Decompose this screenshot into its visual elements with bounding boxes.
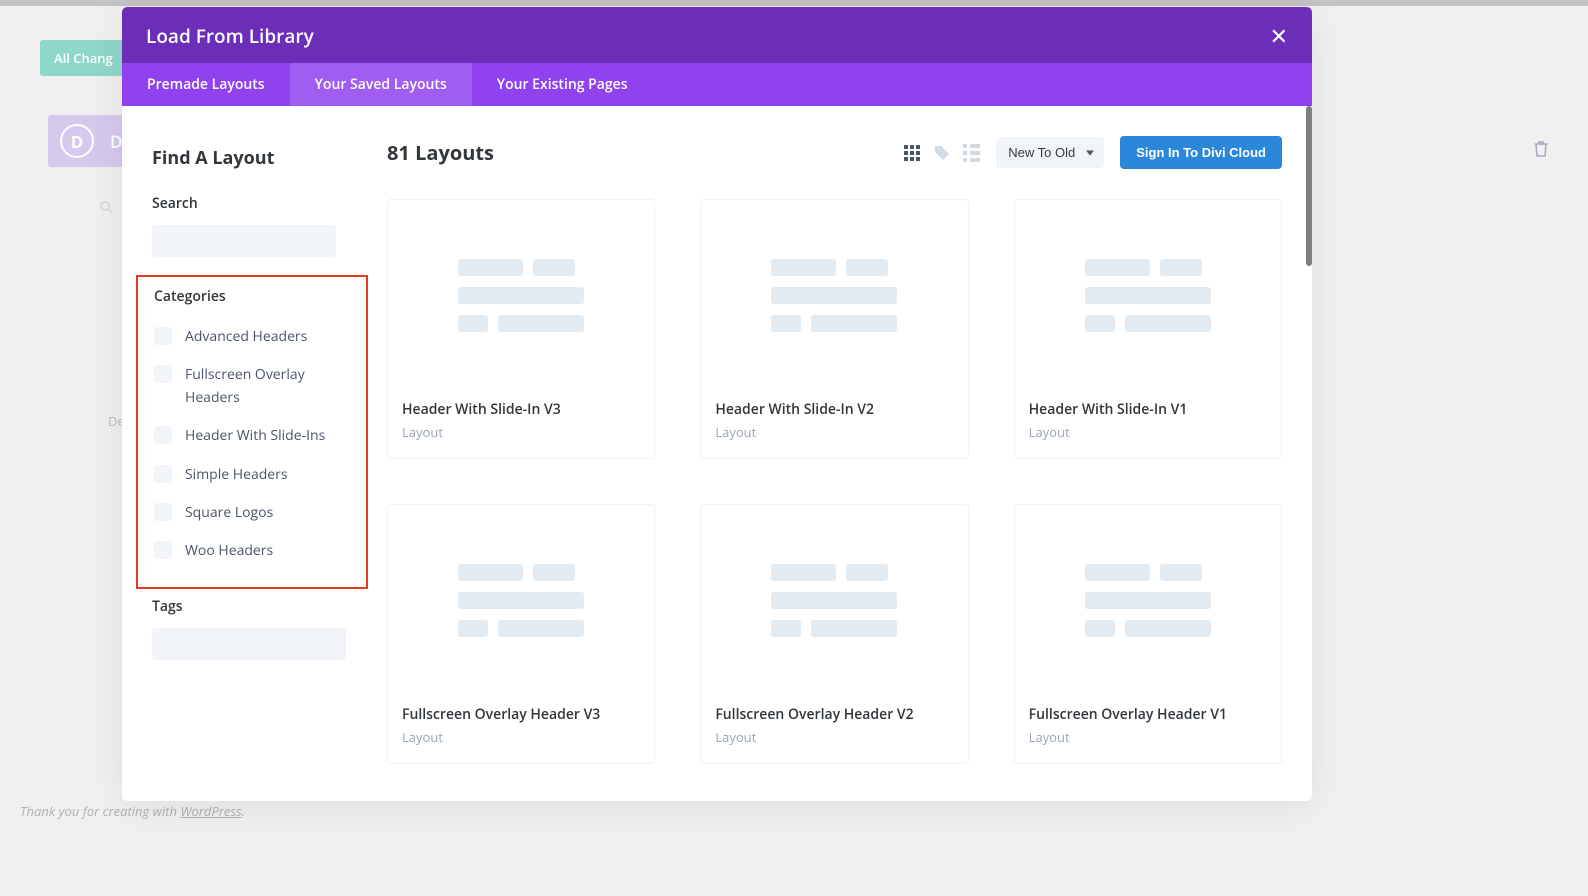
card-type: Layout bbox=[1029, 423, 1267, 441]
sort-select-wrap: New To Old bbox=[996, 137, 1104, 168]
card-type: Layout bbox=[1029, 728, 1267, 746]
card-title: Fullscreen Overlay Header V3 bbox=[402, 705, 640, 724]
search-label: Search bbox=[152, 194, 349, 213]
close-icon[interactable]: ✕ bbox=[1270, 25, 1288, 47]
library-modal: Load From Library ✕ Premade Layouts Your… bbox=[122, 7, 1312, 801]
bg-purple-text: D bbox=[110, 130, 122, 153]
divi-logo-icon: D bbox=[60, 124, 94, 158]
checkbox-icon[interactable] bbox=[154, 541, 172, 559]
trash-icon[interactable] bbox=[1534, 140, 1548, 162]
controls: New To Old Sign In To Divi Cloud bbox=[904, 136, 1282, 169]
category-label: Advanced Headers bbox=[185, 326, 307, 348]
checkbox-icon[interactable] bbox=[154, 465, 172, 483]
category-woo-headers[interactable]: Woo Headers bbox=[154, 532, 352, 570]
checkbox-icon[interactable] bbox=[154, 426, 172, 444]
card-preview bbox=[1015, 505, 1281, 695]
card-title: Header With Slide-In V1 bbox=[1029, 400, 1267, 419]
layout-card[interactable]: Header With Slide-In V2 Layout bbox=[700, 199, 968, 459]
card-title: Fullscreen Overlay Header V1 bbox=[1029, 705, 1267, 724]
layout-count-title: 81 Layouts bbox=[387, 139, 494, 166]
bg-topbar bbox=[0, 0, 1588, 6]
card-preview bbox=[701, 200, 967, 390]
categories-label: Categories bbox=[154, 287, 352, 306]
modal-title: Load From Library bbox=[146, 23, 314, 49]
layout-card[interactable]: Fullscreen Overlay Header V1 Layout bbox=[1014, 504, 1282, 764]
footer-credit-prefix: Thank you for creating with bbox=[20, 802, 180, 820]
sort-select[interactable]: New To Old bbox=[996, 137, 1104, 168]
category-label: Square Logos bbox=[185, 502, 273, 524]
layout-card[interactable]: Header With Slide-In V1 Layout bbox=[1014, 199, 1282, 459]
card-title: Header With Slide-In V2 bbox=[715, 400, 953, 419]
view-icons bbox=[904, 144, 980, 162]
main-header: 81 Layouts bbox=[387, 136, 1282, 169]
tab-saved-layouts[interactable]: Your Saved Layouts bbox=[290, 63, 472, 106]
card-type: Layout bbox=[715, 728, 953, 746]
card-preview bbox=[701, 505, 967, 695]
card-type: Layout bbox=[402, 728, 640, 746]
tab-premade-layouts[interactable]: Premade Layouts bbox=[122, 63, 290, 106]
categories-section: Categories Advanced Headers Fullscreen O… bbox=[136, 275, 368, 589]
category-label: Simple Headers bbox=[185, 464, 288, 486]
layout-card[interactable]: Fullscreen Overlay Header V2 Layout bbox=[700, 504, 968, 764]
footer-credit: Thank you for creating with WordPress. bbox=[20, 802, 245, 820]
category-advanced-headers[interactable]: Advanced Headers bbox=[154, 318, 352, 356]
checkbox-icon[interactable] bbox=[154, 365, 172, 383]
tags-section: Tags bbox=[152, 597, 349, 660]
card-type: Layout bbox=[402, 423, 640, 441]
modal-header: Load From Library ✕ bbox=[122, 7, 1312, 63]
find-a-layout-title: Find A Layout bbox=[152, 146, 349, 170]
list-view-icon[interactable] bbox=[963, 144, 980, 162]
wordpress-link[interactable]: WordPress bbox=[180, 802, 241, 820]
signin-button[interactable]: Sign In To Divi Cloud bbox=[1120, 136, 1282, 169]
tags-label: Tags bbox=[152, 597, 349, 616]
category-label: Woo Headers bbox=[185, 540, 273, 562]
checkbox-icon[interactable] bbox=[154, 327, 172, 345]
layout-card[interactable]: Fullscreen Overlay Header V3 Layout bbox=[387, 504, 655, 764]
main-content: 81 Layouts bbox=[377, 106, 1312, 801]
modal-body: Find A Layout Search Categories Advanced… bbox=[122, 106, 1312, 801]
search-input[interactable] bbox=[152, 225, 336, 257]
category-fullscreen-overlay-headers[interactable]: Fullscreen Overlay Headers bbox=[154, 356, 352, 417]
layout-cards: Header With Slide-In V3 Layout Hea bbox=[387, 199, 1282, 764]
tag-view-icon[interactable] bbox=[934, 145, 949, 160]
layout-card[interactable]: Header With Slide-In V3 Layout bbox=[387, 199, 655, 459]
scrollbar[interactable] bbox=[1306, 106, 1312, 266]
card-preview bbox=[388, 505, 654, 695]
grid-view-icon[interactable] bbox=[904, 145, 920, 161]
category-simple-headers[interactable]: Simple Headers bbox=[154, 456, 352, 494]
category-square-logos[interactable]: Square Logos bbox=[154, 494, 352, 532]
card-preview bbox=[1015, 200, 1281, 390]
sidebar: Find A Layout Search Categories Advanced… bbox=[122, 106, 377, 801]
category-header-with-slide-ins[interactable]: Header With Slide-Ins bbox=[154, 417, 352, 455]
card-type: Layout bbox=[715, 423, 953, 441]
modal-tabs: Premade Layouts Your Saved Layouts Your … bbox=[122, 63, 1312, 106]
bg-search-icon bbox=[99, 199, 113, 219]
checkbox-icon[interactable] bbox=[154, 503, 172, 521]
all-changes-button[interactable]: All Chang bbox=[40, 40, 127, 76]
card-title: Header With Slide-In V3 bbox=[402, 400, 640, 419]
card-title: Fullscreen Overlay Header V2 bbox=[715, 705, 953, 724]
category-label: Fullscreen Overlay Headers bbox=[185, 364, 352, 409]
category-label: Header With Slide-Ins bbox=[185, 425, 325, 447]
card-preview bbox=[388, 200, 654, 390]
tags-input[interactable] bbox=[152, 628, 346, 660]
tab-existing-pages[interactable]: Your Existing Pages bbox=[472, 63, 653, 106]
